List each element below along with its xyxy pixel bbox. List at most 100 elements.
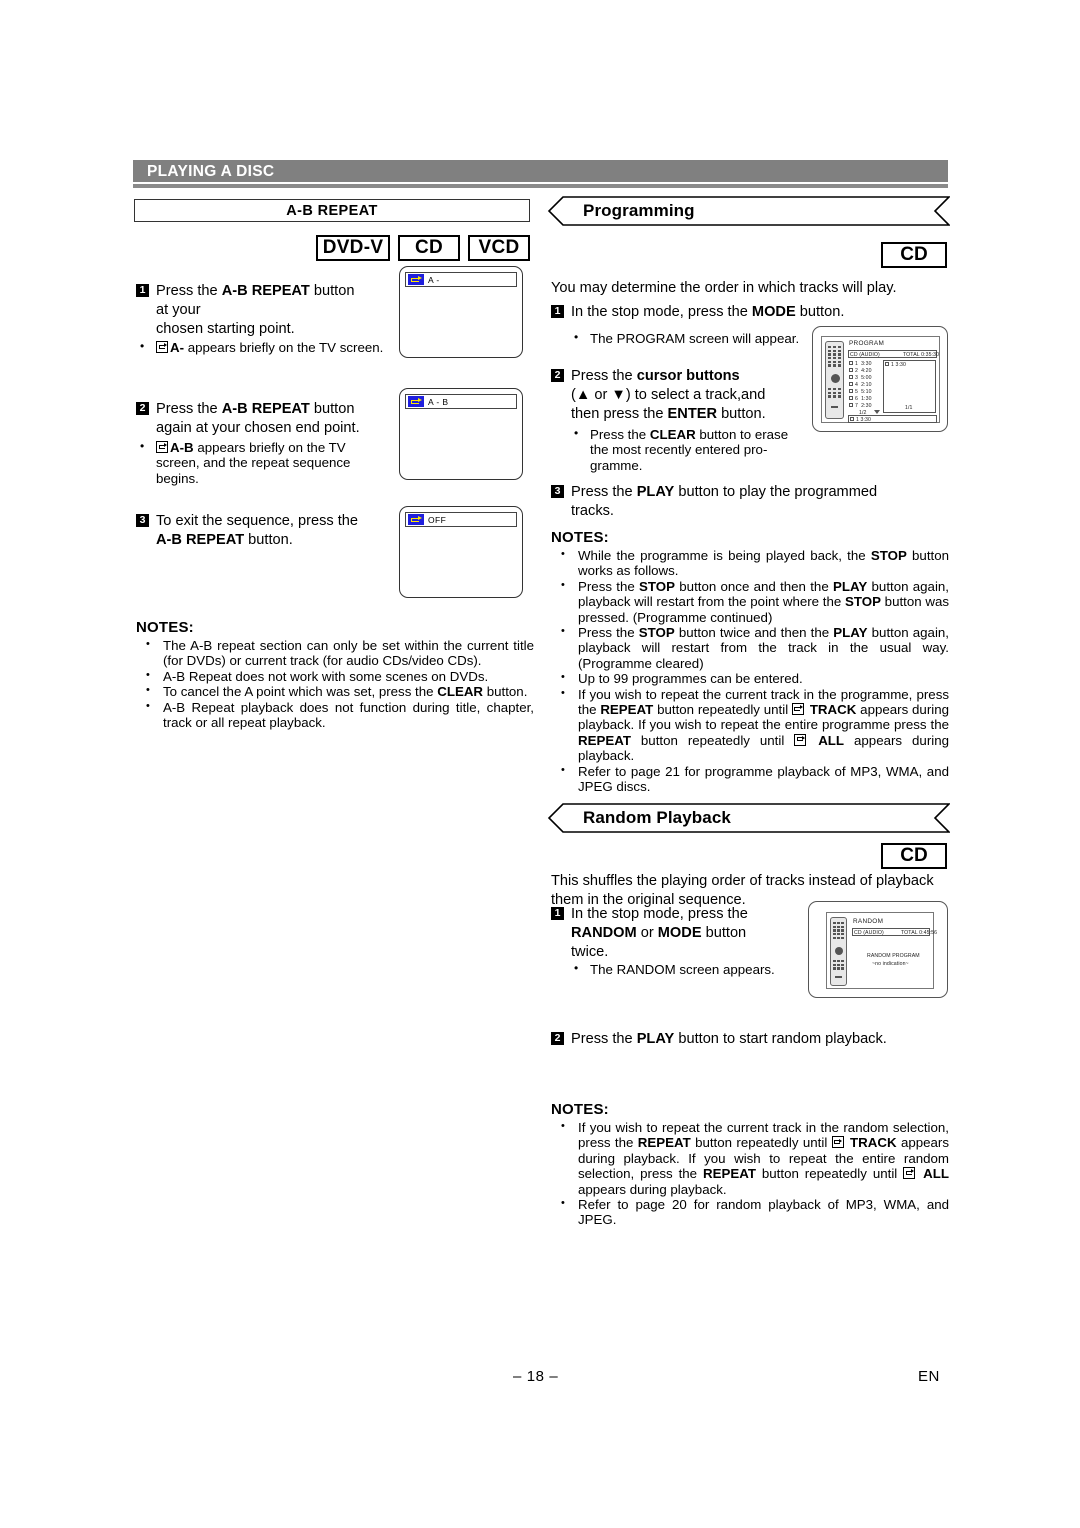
note-item: While the programme is being played back…: [551, 547, 949, 579]
manual-page: PLAYING A DISC A-B REPEAT DVD-V CD VCD 1…: [0, 0, 1080, 1528]
repeat-icon: [156, 341, 168, 353]
notes-title: NOTES:: [551, 1101, 609, 1118]
step-number: 2: [551, 1032, 564, 1045]
program-osd-title: PROGRAM: [849, 340, 885, 347]
note-item: A-B Repeat playback does not function du…: [136, 699, 534, 731]
footer-page-number: – 18 –: [513, 1368, 559, 1385]
step-text-line3: chosen starting point.: [156, 321, 295, 337]
tv-screen-a: A -: [399, 266, 523, 358]
step-text-bold: A-B REPEAT: [221, 283, 310, 299]
repeat-icon: [156, 441, 168, 453]
track-checkbox: [849, 361, 853, 365]
left-step-3: 3 To exit the sequence, press the A-B RE…: [136, 512, 400, 550]
remote-button-grid-bottom: [828, 388, 841, 398]
disc-badge-row: DVD-V CD VCD: [316, 235, 530, 261]
remote-button-grid-end: [831, 406, 838, 409]
program-osd-page-right: 1/1: [905, 405, 913, 411]
osd-bar: OFF: [405, 512, 517, 527]
step-text-line3-bold: ENTER: [667, 406, 718, 422]
osd-label: A -: [428, 274, 440, 285]
step-text-post: button to start random playback.: [674, 1031, 887, 1047]
remote-control-illustration: [830, 917, 847, 986]
random-osd-center-line2: ~no indication~: [872, 961, 909, 967]
step-text-line2: tracks.: [571, 503, 614, 519]
random-screen-illustration: RANDOM CD (AUDIO) TOTAL 0:45:56 RANDOM P…: [808, 901, 948, 998]
programming-step-3: 3 Press the PLAY button to play the prog…: [551, 483, 951, 521]
step-number: 3: [136, 514, 149, 527]
step-text-line3-pre: then press the: [571, 406, 668, 422]
random-heading-banner: Random Playback: [545, 803, 950, 833]
random-step-1: 1 In the stop mode, press the RANDOM or …: [551, 905, 801, 962]
step-text-post: button: [309, 283, 355, 299]
footer-language: EN: [918, 1368, 940, 1385]
tv-screen-ab: A - B: [399, 388, 523, 480]
step-text-post: button: [701, 925, 747, 941]
bullet-text: The PROGRAM screen will appear.: [590, 331, 800, 346]
left-step-1: 1 Press the A-B REPEAT button at your ch…: [136, 282, 391, 339]
random-screen-frame: RANDOM CD (AUDIO) TOTAL 0:45:56 RANDOM P…: [826, 912, 937, 989]
programming-bullet-1: The PROGRAM screen will appear.: [570, 330, 800, 346]
program-screen-illustration: PROGRAM CD (AUDIO) TOTAL 0:35:30 1 3:30 …: [812, 326, 948, 432]
osd-label: A - B: [428, 396, 449, 407]
status-checkbox: [850, 417, 854, 421]
remote-control-illustration: [825, 341, 844, 419]
program-entry-checkbox: [885, 362, 889, 366]
step-number: 3: [551, 485, 564, 498]
bullet-rest: appears briefly on the TV screen.: [184, 340, 384, 355]
remote-dpad-icon: [835, 947, 843, 955]
track-checkbox: [849, 382, 853, 386]
note-item: To cancel the A point which was set, pre…: [136, 683, 534, 699]
track-row-2: 2 4:20: [855, 368, 872, 374]
step-number: 2: [136, 402, 149, 415]
track-row-5: 5 5:10: [855, 389, 872, 395]
track-checkbox: [849, 389, 853, 393]
step-block: 2 Press the PLAY button to start random …: [551, 1030, 951, 1049]
step-text-line1: To exit the sequence, press the: [156, 513, 359, 529]
step-text-pre: In the stop mode, press the: [571, 304, 752, 320]
note-item: Press the STOP button once and then the …: [551, 578, 949, 625]
step-text-pre: Press the: [571, 484, 637, 500]
bullet-bold: A-B: [170, 440, 194, 455]
step-text-pre: Press the: [156, 283, 222, 299]
bullet-block: A-B appears briefly on the TV screen, an…: [136, 439, 386, 486]
track-checkbox: [849, 396, 853, 400]
step-text-post: button to play the programmed: [674, 484, 878, 500]
step-text-line3: twice.: [571, 944, 609, 960]
note-item: Refer to page 20 for random playback of …: [551, 1196, 949, 1228]
track-row-4: 4 2:10: [855, 382, 872, 388]
repeat-icon: [408, 514, 424, 525]
note-item: Press the STOP button twice and then the…: [551, 624, 949, 671]
step-block: 2 Press the cursor buttons (▲ or ▼) to s…: [551, 367, 816, 424]
random-bullet-1: The RANDOM screen appears.: [570, 961, 820, 977]
note-item: Refer to page 21 for programme playback …: [551, 763, 949, 795]
note-item: The A-B repeat section can only be set w…: [136, 637, 534, 669]
note-item: If you wish to repeat the current track …: [551, 1119, 949, 1197]
tv-screen-off: OFF: [399, 506, 523, 598]
random-osd-title: RANDOM: [853, 918, 884, 925]
repeat-icon: [794, 733, 807, 746]
osd-bar: A - B: [405, 394, 517, 409]
step-number: 2: [551, 369, 564, 382]
step-block: 1 Press the A-B REPEAT button at your ch…: [136, 282, 391, 339]
step-block: 2 Press the A-B REPEAT button again at y…: [136, 400, 392, 438]
step-text-post: button.: [795, 304, 845, 320]
ab-repeat-title-label: A-B REPEAT: [286, 202, 378, 219]
step-text-bold: A-B REPEAT: [221, 401, 310, 417]
step-text-line2: at your: [156, 302, 201, 318]
repeat-icon: [408, 274, 424, 285]
step-text-bold: A-B REPEAT: [156, 532, 245, 548]
step-number: 1: [551, 907, 564, 920]
step-number: 1: [136, 284, 149, 297]
step-text-post: button.: [244, 532, 293, 548]
programming-disc-badge: CD: [881, 242, 947, 268]
track-checkbox: [849, 368, 853, 372]
notes-title: NOTES:: [551, 529, 609, 546]
bullet-block: The RANDOM screen appears.: [570, 961, 820, 977]
step-block: 1 In the stop mode, press the MODE butto…: [551, 303, 951, 322]
program-osd-total: TOTAL 0:35:30: [903, 352, 940, 358]
track-checkbox: [849, 403, 853, 407]
step-text-bold: cursor buttons: [636, 368, 740, 384]
step-block: 3 Press the PLAY button to play the prog…: [551, 483, 951, 521]
bullet-text: The RANDOM screen appears.: [590, 962, 775, 977]
remote-button-grid-top: [833, 922, 844, 940]
